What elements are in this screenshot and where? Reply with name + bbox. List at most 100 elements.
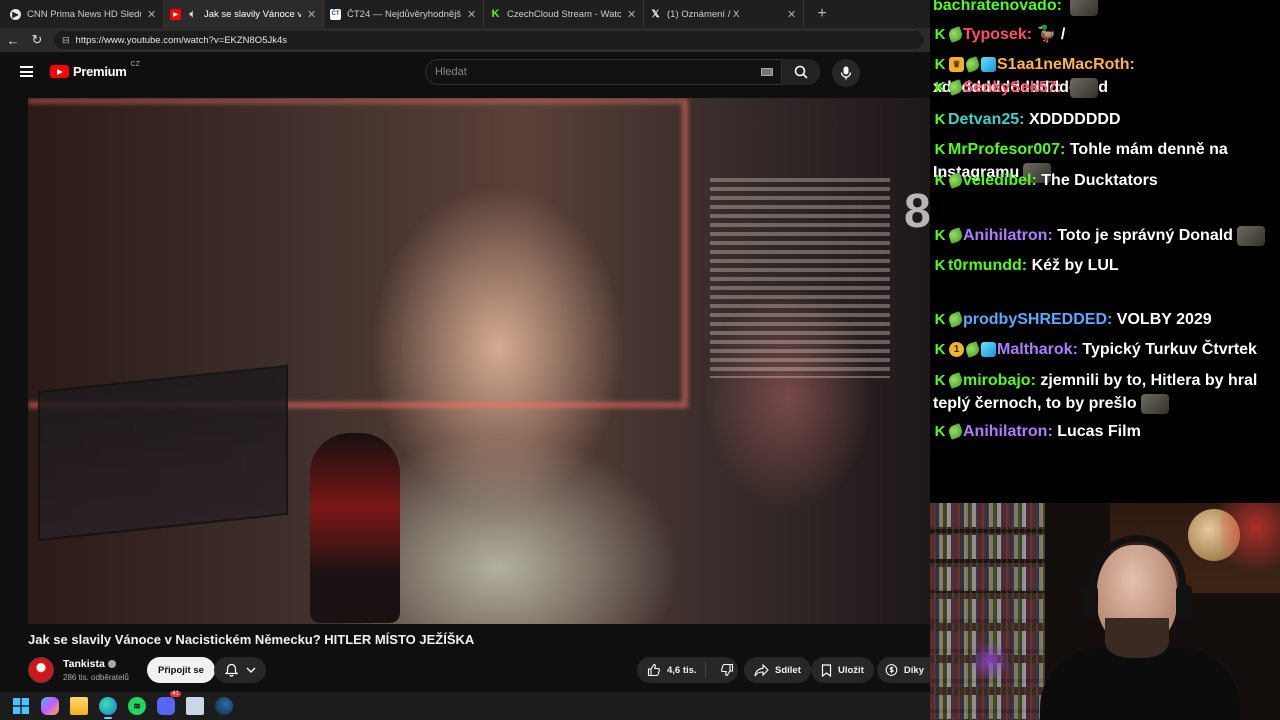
- tab-youtube[interactable]: ▶ 🔈︎ Jak se slavily Vánoce v Nacisti ✕: [164, 0, 324, 28]
- save-button[interactable]: Uložit: [811, 657, 874, 683]
- dislike-button[interactable]: [712, 663, 734, 677]
- keyboard-icon[interactable]: [761, 68, 773, 76]
- tab-title: ČT24 — Nejdůvěryhodnější zprav: [347, 8, 461, 20]
- search-input[interactable]: [426, 66, 761, 78]
- stream-chat: bachratenovado: K Typosek: 🦆 / K ♛ S1aa1neMa…: [930, 0, 1280, 503]
- chat-username[interactable]: bachratenovado: [933, 0, 1057, 14]
- share-label: Sdílet: [775, 664, 801, 676]
- like-dislike-group: 4,6 tis.: [637, 657, 738, 683]
- video-title: Jak se slavily Vánoce v Nacistickém Něme…: [28, 632, 475, 647]
- streamer-beard: [1105, 618, 1169, 658]
- streamer-webcam: [930, 503, 1280, 720]
- close-icon[interactable]: ✕: [307, 8, 317, 21]
- video-player[interactable]: [28, 98, 930, 624]
- youtube-logo-icon: [50, 65, 69, 78]
- background-monitor: [38, 364, 288, 542]
- notification-button[interactable]: [214, 657, 266, 683]
- leaf-badge-icon: [947, 423, 964, 441]
- discord-icon[interactable]: 41: [157, 691, 181, 715]
- chat-emote: [1070, 77, 1099, 98]
- share-icon: [754, 663, 769, 676]
- leaf-badge-icon: [947, 79, 964, 97]
- thanks-dollar-icon: [885, 664, 898, 676]
- kick-k-icon: K: [934, 423, 946, 441]
- chat-username[interactable]: SenkySek57: [963, 79, 1056, 96]
- spotify-icon[interactable]: ≋: [128, 697, 146, 715]
- youtube-premium-logo[interactable]: Premium CZ: [50, 61, 140, 79]
- chat-username[interactable]: mirobajo: [963, 372, 1031, 389]
- tab-czechcloud[interactable]: K CzechCloud Stream - Watch Live o ✕: [484, 0, 644, 28]
- kick-k-icon: K: [934, 257, 946, 275]
- chat-colon: :: [1107, 311, 1117, 328]
- steam-icon[interactable]: [215, 697, 233, 715]
- tab-x[interactable]: 𝕏 (1) Oznámení / X ✕: [644, 0, 804, 28]
- chat-message: K 1 Maltharok: Typický Turkuv Čtvrtek: [933, 338, 1278, 361]
- chat-username[interactable]: veledibel: [963, 172, 1031, 189]
- chat-username[interactable]: Anihilatron: [963, 423, 1047, 440]
- ct24-icon: ČT: [330, 8, 341, 20]
- chat-message: K SenkySek57:: [933, 76, 1278, 99]
- chat-username[interactable]: prodbySHREDDED: [963, 311, 1107, 328]
- chat-username[interactable]: MrProfesor007: [948, 141, 1060, 158]
- led-frame: [28, 98, 688, 408]
- chat-colon: :: [1056, 79, 1067, 96]
- address-bar-row: ← ↻ ⊟ https://www.youtube.com/watch?v=EK…: [0, 28, 930, 52]
- tab-title: CNN Prima News HD Sledujte na: [27, 8, 141, 20]
- chat-username[interactable]: S1aa1neMacRoth: [997, 56, 1130, 73]
- like-button[interactable]: 4,6 tis.: [637, 662, 706, 678]
- search-button[interactable]: [781, 59, 819, 85]
- streamer-body: [1040, 648, 1240, 720]
- back-arrow-icon[interactable]: ←: [6, 33, 20, 48]
- chat-message: Kveledibel: The Ducktators: [933, 169, 1278, 192]
- gem-badge-icon: [981, 342, 996, 358]
- chat-username[interactable]: Typosek: [963, 26, 1027, 43]
- crown-badge-icon: ♛: [949, 57, 964, 73]
- copilot-icon[interactable]: [41, 697, 59, 715]
- reload-icon[interactable]: ↻: [30, 32, 44, 48]
- menu-icon[interactable]: [20, 66, 33, 77]
- chat-message: bachratenovado:: [933, 0, 1278, 17]
- chat-badges: K: [933, 141, 947, 158]
- thanks-button[interactable]: Díky: [877, 657, 930, 683]
- chevron-down-icon: [246, 667, 255, 673]
- file-explorer-icon[interactable]: [70, 697, 88, 715]
- leaf-badge-icon: [964, 341, 981, 359]
- speaker-icon[interactable]: 🔈︎: [187, 9, 198, 20]
- windows-start-icon[interactable]: [12, 697, 30, 715]
- channel-name-row[interactable]: Tankista: [63, 658, 116, 670]
- logo-country: CZ: [130, 61, 140, 68]
- chat-username[interactable]: t0rmundd: [948, 257, 1022, 274]
- close-icon[interactable]: ✕: [147, 8, 157, 21]
- chat-colon: :: [1060, 141, 1070, 158]
- notepad-icon[interactable]: [186, 697, 204, 715]
- url-field[interactable]: ⊟ https://www.youtube.com/watch?v=EKZN8O…: [54, 31, 924, 49]
- kick-k-icon: K: [934, 311, 946, 329]
- leaf-badge-icon: [964, 56, 981, 74]
- new-tab-button[interactable]: +: [810, 5, 834, 23]
- screen: ▶ CNN Prima News HD Sledujte na ✕ ▶ 🔈︎ J…: [0, 0, 1280, 720]
- chat-colon: :: [1030, 372, 1041, 389]
- edge-icon[interactable]: [99, 697, 117, 719]
- share-button[interactable]: Sdílet: [744, 657, 811, 683]
- channel-avatar[interactable]: [28, 657, 54, 683]
- close-icon[interactable]: ✕: [627, 8, 637, 21]
- join-button[interactable]: Připojit se: [147, 657, 215, 683]
- chat-message: Kmirobajo: zjemnili by to, Hitlera by hr…: [933, 369, 1278, 415]
- close-icon[interactable]: ✕: [467, 8, 477, 21]
- site-info-icon[interactable]: ⊟: [62, 35, 70, 46]
- chat-colon: :: [1021, 257, 1032, 274]
- chat-colon: :: [1031, 172, 1042, 189]
- tab-ct24[interactable]: ČT ČT24 — Nejdůvěryhodnější zprav ✕: [324, 0, 484, 28]
- chat-username[interactable]: Maltharok: [997, 341, 1073, 358]
- tab-title: CzechCloud Stream - Watch Live o: [507, 8, 621, 20]
- video-actions-row: Tankista 286 tis. odběratelů Připojit se…: [28, 655, 930, 687]
- books: [930, 503, 1045, 720]
- voice-search-button[interactable]: [832, 59, 860, 87]
- close-icon[interactable]: ✕: [787, 8, 797, 21]
- chat-text: Typický Turkuv Čtvrtek: [1082, 341, 1257, 358]
- chat-username[interactable]: Anihilatron: [963, 227, 1047, 244]
- tab-cnn-prima[interactable]: ▶ CNN Prima News HD Sledujte na ✕: [4, 0, 164, 28]
- youtube-page: Premium CZ 8 Jak se slavily Vánoce v Nac…: [0, 52, 931, 692]
- chat-username[interactable]: Detvan25: [948, 111, 1019, 128]
- chat-message: KprodbySHREDDED: VOLBY 2029: [933, 308, 1278, 331]
